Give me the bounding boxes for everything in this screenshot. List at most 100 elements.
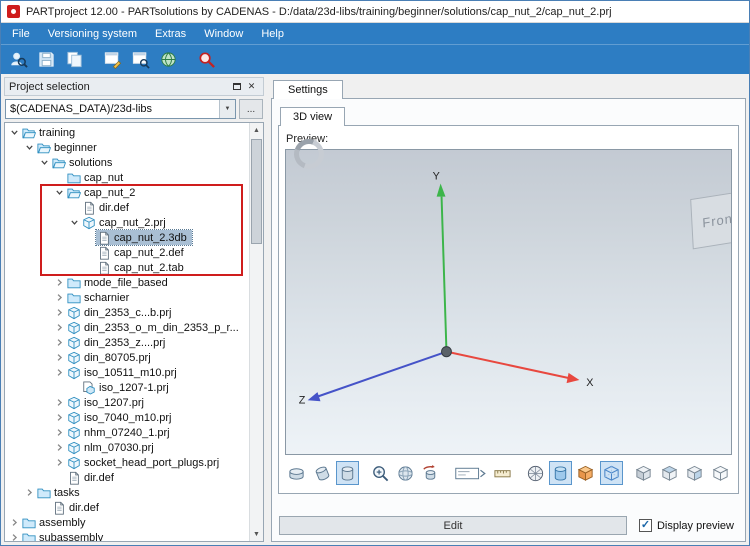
tree-item[interactable]: din_2353_c...b.prj xyxy=(5,305,249,320)
tree-item-content[interactable]: nhm_07240_1.prj xyxy=(66,425,175,440)
float-panel-button[interactable] xyxy=(229,79,244,94)
tree-item[interactable]: iso_10511_m10.prj xyxy=(5,365,249,380)
project-search-button[interactable] xyxy=(5,47,31,73)
tree-item[interactable]: cap_nut_2.prj xyxy=(5,215,249,230)
path-combobox[interactable]: $(CADENAS_DATA)/23d-libs ▼ xyxy=(5,99,236,119)
scroll-down-icon[interactable]: ▼ xyxy=(250,527,263,541)
tree-item-content[interactable]: nlm_07030.prj xyxy=(66,440,159,455)
tree-item-content[interactable]: dir.def xyxy=(81,200,134,215)
tree-item[interactable]: cap_nut_2.def xyxy=(5,245,249,260)
expand-arrow-icon[interactable] xyxy=(53,306,66,319)
tree-item-content[interactable]: din_2353_c...b.prj xyxy=(66,305,176,320)
tree-item-content[interactable]: scharnier xyxy=(66,290,134,305)
expand-arrow-icon[interactable] xyxy=(53,321,66,334)
tree-item-content[interactable]: assembly xyxy=(21,515,90,530)
navcube-front-face[interactable]: Front xyxy=(690,188,731,250)
view-cube-iso-button[interactable] xyxy=(708,461,732,485)
display-preview-checkbox[interactable]: ✓ Display preview xyxy=(638,519,738,532)
tree-item[interactable]: nlm_07030.prj xyxy=(5,440,249,455)
tree-item[interactable]: dir.def xyxy=(5,470,249,485)
expand-arrow-icon[interactable] xyxy=(53,456,66,469)
tree-item[interactable]: iso_1207.prj xyxy=(5,395,249,410)
tree-item-content[interactable]: cap_nut_2 xyxy=(66,185,140,200)
tree-item[interactable]: dir.def xyxy=(5,500,249,515)
tree-item[interactable]: beginner xyxy=(5,140,249,155)
expand-arrow-icon[interactable] xyxy=(53,366,66,379)
tree-item[interactable]: cap_nut_2 xyxy=(5,185,249,200)
publish-web-button[interactable] xyxy=(155,47,181,73)
tree-item-content[interactable]: solutions xyxy=(51,155,117,170)
view-cylinder-iso-button[interactable] xyxy=(310,461,334,485)
project-preview-button[interactable] xyxy=(127,47,153,73)
expand-arrow-icon[interactable] xyxy=(53,351,66,364)
expand-arrow-icon[interactable] xyxy=(8,516,21,529)
tree-item[interactable]: cap_nut_2.3db xyxy=(5,229,249,246)
tree-item[interactable]: iso_1207-1.prj xyxy=(5,380,249,395)
tree-item-content[interactable]: iso_10511_m10.prj xyxy=(66,365,182,380)
tree-item[interactable]: din_2353_o_m_din_2353_p_r... xyxy=(5,320,249,335)
tree-item[interactable]: mode_file_based xyxy=(5,275,249,290)
tree-item-content[interactable]: iso_1207-1.prj xyxy=(81,380,174,395)
tab-settings[interactable]: Settings xyxy=(273,80,343,99)
expand-arrow-icon[interactable] xyxy=(8,531,21,541)
tree-item-content[interactable]: din_2353_o_m_din_2353_p_r... xyxy=(66,320,244,335)
tree-item-content[interactable]: beginner xyxy=(36,140,102,155)
tree-item[interactable]: socket_head_port_plugs.prj xyxy=(5,455,249,470)
view-cube-front-button[interactable] xyxy=(632,461,656,485)
tree-item[interactable]: iso_7040_m10.prj xyxy=(5,410,249,425)
expand-arrow-icon[interactable] xyxy=(53,411,66,424)
tree-item-selected[interactable]: cap_nut_2.3db xyxy=(95,229,193,246)
tree-item-content[interactable]: tasks xyxy=(36,485,85,500)
expand-arrow-icon[interactable] xyxy=(53,336,66,349)
menu-window[interactable]: Window xyxy=(195,23,252,44)
view-cube-side-button[interactable] xyxy=(683,461,707,485)
tree-item[interactable]: tasks xyxy=(5,485,249,500)
collapse-arrow-icon[interactable] xyxy=(53,186,66,199)
expand-arrow-icon[interactable] xyxy=(53,441,66,454)
close-panel-button[interactable]: ✕ xyxy=(244,79,259,94)
tree-item-content[interactable]: dir.def xyxy=(66,470,119,485)
tree-item[interactable]: scharnier xyxy=(5,290,249,305)
view-cylinder-front-button[interactable] xyxy=(335,461,360,485)
preview-3d-viewport[interactable]: Y X Z Front xyxy=(285,134,732,455)
zoom-fit-button[interactable] xyxy=(368,461,392,485)
render-shaded-cylinder-button[interactable] xyxy=(548,461,573,485)
turntable-rotation-button[interactable] xyxy=(419,461,443,485)
edit-project-button[interactable] xyxy=(99,47,125,73)
render-mesh-button[interactable] xyxy=(523,461,547,485)
expand-arrow-icon[interactable] xyxy=(53,396,66,409)
menu-file[interactable]: File xyxy=(3,23,39,44)
expand-arrow-icon[interactable] xyxy=(23,486,36,499)
expand-arrow-icon[interactable] xyxy=(53,291,66,304)
tree-item-content[interactable]: cap_nut xyxy=(66,170,128,185)
browse-button[interactable]: ... xyxy=(239,99,263,119)
render-wireframe-box-button[interactable] xyxy=(599,461,624,485)
render-solid-box-button[interactable] xyxy=(574,461,598,485)
dimension-label-button[interactable] xyxy=(451,461,489,485)
tree-item-content[interactable]: dir.def xyxy=(51,500,104,515)
tree-item[interactable]: din_2353_z....prj xyxy=(5,335,249,350)
view-cube-top-button[interactable] xyxy=(657,461,681,485)
quality-search-button[interactable] xyxy=(193,47,219,73)
tree-item[interactable]: subassembly xyxy=(5,530,249,541)
scrollbar-thumb[interactable] xyxy=(251,139,262,244)
tree-item-content[interactable]: cap_nut_2.prj xyxy=(81,215,171,230)
navigation-cube[interactable]: Front xyxy=(685,188,731,250)
tree-item-content[interactable]: cap_nut_2.tab xyxy=(96,260,189,275)
tree-item-content[interactable]: din_2353_z....prj xyxy=(66,335,170,350)
expand-arrow-icon[interactable] xyxy=(53,276,66,289)
collapse-arrow-icon[interactable] xyxy=(68,216,81,229)
tree-scrollbar[interactable]: ▲ ▼ xyxy=(249,123,263,541)
tree-item[interactable]: cap_nut xyxy=(5,170,249,185)
view-cylinder-top-button[interactable] xyxy=(285,461,309,485)
copy-project-button[interactable] xyxy=(61,47,87,73)
tree-item[interactable]: cap_nut_2.tab xyxy=(5,260,249,275)
tree-item[interactable]: nhm_07240_1.prj xyxy=(5,425,249,440)
menu-versioning-system[interactable]: Versioning system xyxy=(39,23,146,44)
collapse-arrow-icon[interactable] xyxy=(23,141,36,154)
tree-item[interactable]: training xyxy=(5,125,249,140)
collapse-arrow-icon[interactable] xyxy=(8,126,21,139)
tree-item-content[interactable]: mode_file_based xyxy=(66,275,173,290)
view-sphere-button[interactable] xyxy=(393,461,418,485)
tree-item[interactable]: solutions xyxy=(5,155,249,170)
